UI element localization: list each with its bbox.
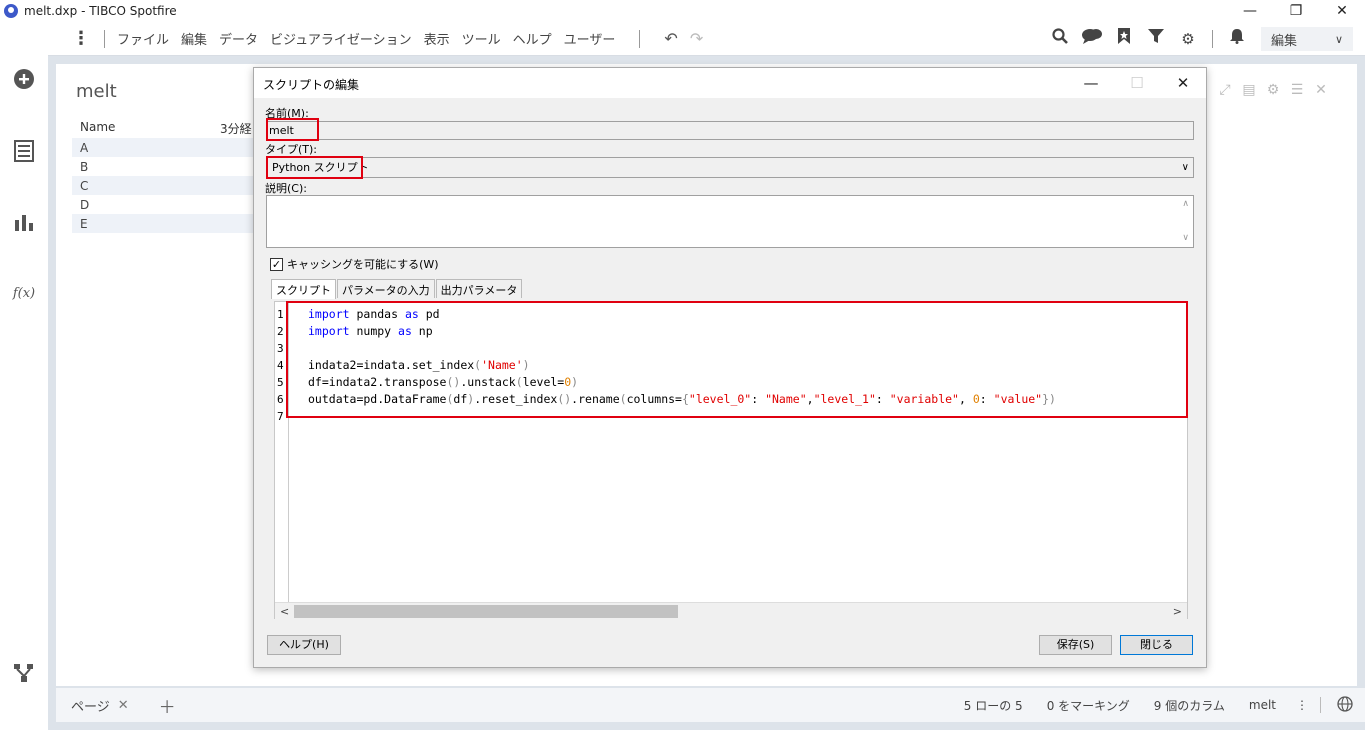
name-input[interactable]: melt — [266, 121, 1194, 140]
add-page-icon[interactable]: ＋ — [159, 693, 176, 718]
scroll-up-icon[interactable]: ∧ — [1182, 199, 1189, 209]
dialog-maximize-button: ☐ — [1130, 74, 1144, 92]
window-close-button[interactable]: ✕ — [1319, 0, 1365, 22]
menu-separator — [639, 29, 641, 48]
notification-bell-icon[interactable] — [1226, 28, 1248, 50]
bottom-bar: ページ ✕ ＋ 5 ローの 5 0 をマーキング 9 個のカラム melt ⋮ — [56, 688, 1365, 722]
table-cell: C — [72, 176, 272, 195]
menu-separator — [104, 29, 105, 48]
dialog-titlebar: スクリプトの編集 — ☐ ✕ — [254, 68, 1206, 98]
dialog-title: スクリプトの編集 — [263, 78, 360, 92]
visualization-icon[interactable] — [12, 212, 36, 236]
close-button[interactable]: 閉じる — [1120, 635, 1193, 655]
list-icon[interactable]: ☰ — [1285, 82, 1309, 98]
vis-close-icon[interactable]: ✕ — [1309, 82, 1333, 98]
tab-output-parameters[interactable]: 出力パラメータ — [435, 279, 523, 298]
save-button[interactable]: 保存(S) — [1039, 635, 1112, 655]
scrollbar-thumb[interactable] — [294, 605, 678, 618]
window-titlebar: melt.dxp - TIBCO Spotfire — ❐ ✕ — [0, 0, 1365, 22]
collaboration-icon[interactable] — [1081, 28, 1103, 50]
window-title: melt.dxp - TIBCO Spotfire — [24, 4, 177, 18]
scroll-down-icon[interactable]: ∨ — [1182, 233, 1189, 243]
status-more-icon[interactable]: ⋮ — [1296, 698, 1308, 712]
maximize-icon[interactable]: ⤢ — [1213, 82, 1237, 98]
status-table[interactable]: melt — [1249, 698, 1276, 712]
edit-mode-dropdown[interactable]: 編集 ∨ — [1261, 27, 1353, 51]
column-header-name[interactable]: Name — [80, 120, 115, 134]
help-button[interactable]: ヘルプ(H) — [267, 635, 341, 655]
caching-label: キャッシングを可能にする(W) — [287, 258, 439, 271]
edit-mode-label: 編集 — [1271, 33, 1298, 49]
bookmark-icon[interactable] — [1113, 28, 1135, 50]
tab-script[interactable]: スクリプト — [271, 279, 336, 299]
function-icon[interactable]: f(x) — [12, 286, 36, 310]
filter-icon[interactable] — [1145, 28, 1167, 50]
menu-user[interactable]: ユーザー — [564, 29, 628, 48]
toolbar-separator — [1212, 30, 1213, 48]
type-select[interactable]: Python スクリプト ∨ — [266, 157, 1194, 178]
menu-tools[interactable]: ツール — [462, 29, 513, 48]
table-row[interactable]: C — [72, 176, 272, 195]
table-cell: A — [72, 138, 272, 157]
name-highlight — [266, 118, 319, 141]
tab-input-parameters[interactable]: パラメータの入力 — [337, 279, 435, 298]
description-label: 説明(C): — [265, 182, 307, 195]
visualization-title: melt — [76, 81, 117, 102]
more-vertical-icon[interactable]: ⋮ — [70, 28, 92, 49]
details-icon[interactable]: ▤ — [1237, 82, 1261, 98]
spotfire-logo-icon — [4, 4, 18, 18]
horizontal-scrollbar[interactable]: < > — [275, 602, 1187, 619]
globe-icon[interactable] — [1337, 695, 1353, 715]
type-label: タイプ(T): — [265, 143, 318, 156]
menu-help[interactable]: ヘルプ — [513, 29, 564, 48]
page-close-icon[interactable]: ✕ — [118, 698, 129, 713]
status-columns: 9 個のカラム — [1153, 698, 1225, 713]
edit-script-dialog: スクリプトの編集 — ☐ ✕ 名前(M): melt タイプ(T): Pytho… — [253, 67, 1207, 668]
chevron-down-icon: ∨ — [1334, 32, 1343, 46]
data-table-icon[interactable] — [12, 140, 36, 164]
scroll-left-icon[interactable]: < — [280, 603, 289, 620]
redo-icon[interactable]: ↷ — [690, 29, 703, 48]
add-icon[interactable] — [12, 68, 36, 92]
description-textarea[interactable]: ∧ ∨ — [266, 195, 1194, 248]
menu-data[interactable]: データ — [219, 29, 270, 48]
status-separator — [1320, 697, 1321, 713]
menu-file[interactable]: ファイル — [117, 29, 181, 48]
page-tab[interactable]: ページ — [71, 696, 110, 715]
menu-edit[interactable]: 編集 — [181, 29, 219, 48]
column-header-value[interactable]: 3分経 — [220, 120, 252, 137]
left-rail: f(x) — [0, 22, 48, 730]
caching-checkbox[interactable]: ✓ — [270, 258, 283, 271]
table-cell: D — [80, 197, 90, 212]
vis-settings-icon[interactable]: ⚙ — [1261, 82, 1285, 98]
table-row[interactable]: B — [72, 157, 272, 176]
table-cell: E — [72, 214, 272, 233]
script-tabs: スクリプト パラメータの入力 出力パラメータ — [271, 279, 523, 299]
undo-icon[interactable]: ↶ — [664, 29, 677, 48]
dialog-close-button[interactable]: ✕ — [1160, 68, 1206, 98]
table-row[interactable]: D — [72, 195, 272, 214]
minimize-button[interactable]: — — [1227, 0, 1273, 22]
settings-gear-icon[interactable]: ⚙ — [1177, 28, 1199, 50]
search-icon[interactable] — [1049, 28, 1071, 50]
table-row[interactable]: A — [72, 138, 272, 157]
restore-button[interactable]: ❐ — [1273, 0, 1319, 22]
scroll-right-icon[interactable]: > — [1173, 603, 1182, 620]
data-canvas-icon[interactable] — [12, 662, 36, 686]
code-highlight — [286, 301, 1188, 418]
type-highlight — [266, 156, 363, 179]
status-rows: 5 ローの 5 — [963, 698, 1023, 713]
menu-view[interactable]: 表示 — [424, 29, 462, 48]
menu-bar: ⋮ ファイル 編集 データ ビジュアライゼーション 表示 ツール ヘルプ ユーザ… — [48, 22, 1365, 56]
status-marked: 0 をマーキング — [1046, 698, 1130, 713]
menu-visualization[interactable]: ビジュアライゼーション — [270, 29, 424, 48]
chevron-down-icon: ∨ — [1181, 162, 1189, 173]
dialog-minimize-button[interactable]: — — [1068, 68, 1114, 98]
data-table: A B C D E — [72, 138, 272, 233]
table-cell: B — [80, 159, 89, 174]
table-row[interactable]: E — [72, 214, 272, 233]
